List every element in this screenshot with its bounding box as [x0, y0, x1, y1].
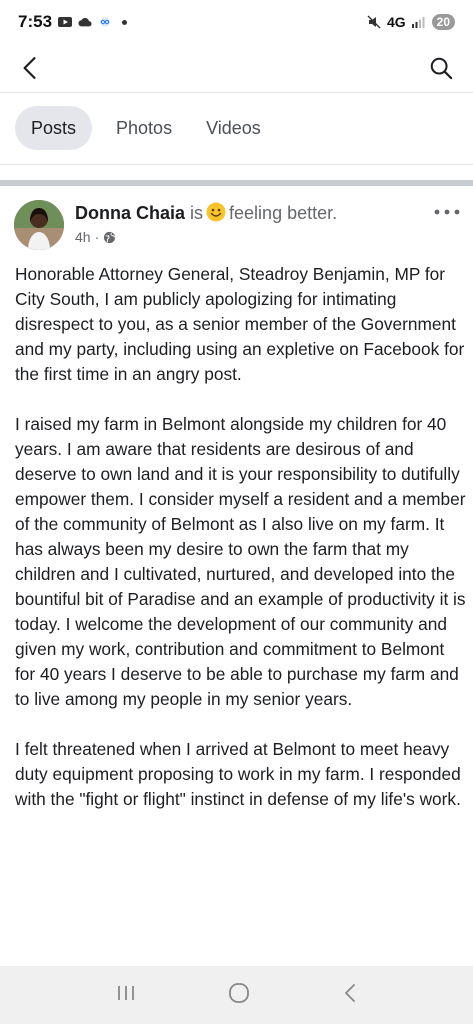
feeling-text: feeling better. [229, 203, 338, 223]
post-paragraph: I felt threatened when I arrived at Belm… [15, 739, 461, 809]
post-body: Honorable Attorney General, Steadroy Ben… [15, 262, 467, 837]
tabs-divider [0, 164, 473, 165]
status-time: 7:53 [18, 12, 53, 31]
search-button[interactable] [425, 52, 457, 84]
post-time[interactable]: 4h [75, 229, 91, 245]
is-text: is [190, 203, 204, 223]
back-chevron-icon [344, 983, 355, 1002]
system-back-button[interactable] [342, 982, 358, 1009]
tab-posts[interactable]: Posts [15, 106, 93, 150]
top-nav [0, 44, 473, 92]
tab-photos[interactable]: Photos [106, 106, 182, 150]
search-icon [430, 57, 453, 80]
recent-apps-button[interactable] [115, 983, 137, 1008]
post-paragraph: Honorable Attorney General, Steadroy Ben… [15, 264, 465, 384]
author-line: Donna Chaia is feeling better. [75, 202, 337, 224]
back-arrow-icon [23, 57, 36, 79]
signal-icon [411, 17, 425, 28]
more-dots-icon [434, 209, 460, 215]
more-options-button[interactable] [432, 202, 462, 222]
system-nav-bar [0, 966, 473, 1024]
status-bar: 7:53 4G 20 [0, 0, 473, 44]
avatar-image [14, 200, 64, 250]
post-header: Donna Chaia is feeling better. 4h · [14, 200, 464, 252]
post-meta: 4h · [75, 229, 116, 245]
cloud-icon [78, 17, 92, 27]
tab-videos[interactable]: Videos [196, 106, 271, 150]
battery-indicator: 20 [431, 14, 455, 30]
post-paragraph: I raised my farm in Belmont alongside my… [15, 414, 466, 709]
meta-icon [100, 17, 110, 27]
notification-dot-icon [122, 19, 128, 25]
back-button[interactable] [14, 52, 46, 84]
home-button[interactable] [227, 981, 251, 1010]
smiley-emoji-icon [206, 202, 226, 222]
globe-icon [104, 231, 116, 243]
home-icon [229, 982, 250, 1003]
network-type: 4G [386, 14, 406, 30]
youtube-icon [58, 17, 73, 27]
status-bar-left: 7:53 [18, 12, 128, 32]
avatar[interactable] [14, 200, 64, 250]
nav-divider [0, 92, 473, 93]
author-name[interactable]: Donna Chaia [75, 203, 185, 223]
mute-icon [367, 15, 381, 29]
status-bar-right: 4G 20 [367, 14, 455, 30]
section-separator [0, 180, 473, 186]
recent-apps-icon [118, 985, 135, 1000]
profile-tabs: Posts Photos Videos [0, 106, 473, 150]
